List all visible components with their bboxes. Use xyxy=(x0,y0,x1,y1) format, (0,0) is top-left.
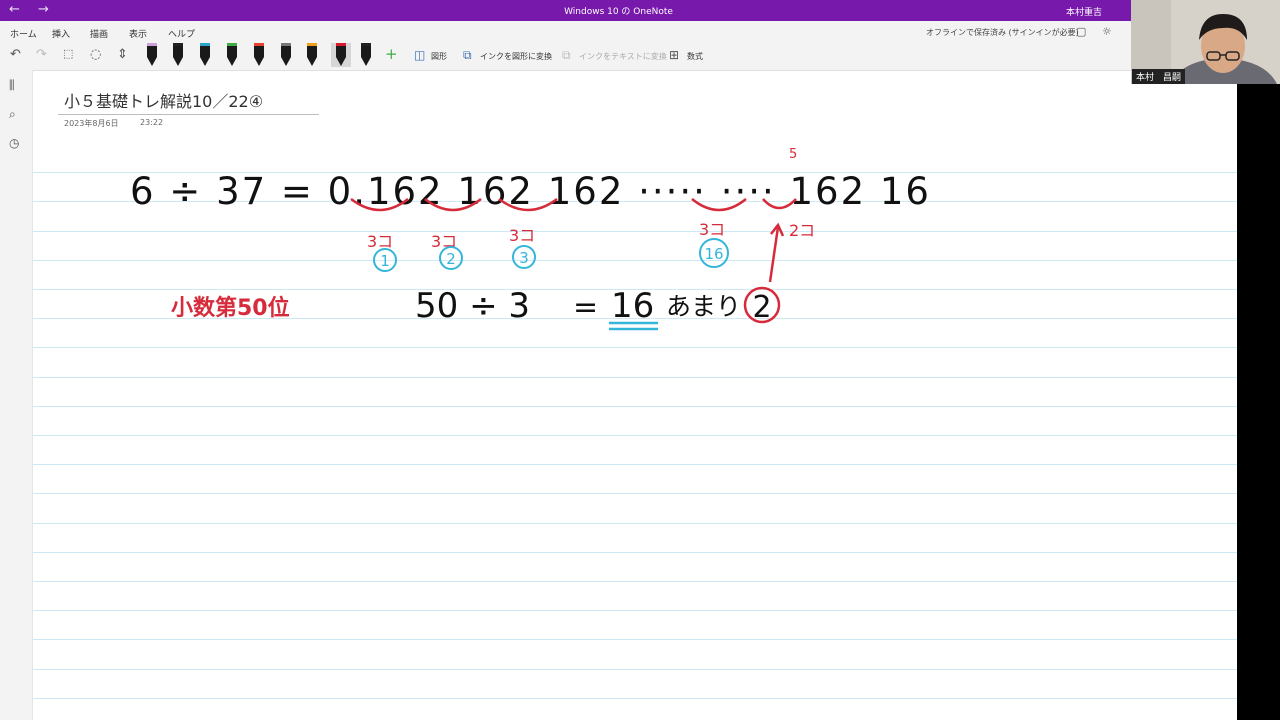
ink-canvas[interactable]: 6 ÷ 37 = 0.162 162 162 ····· ···· 162 16… xyxy=(33,71,1237,720)
ink-to-shape-button[interactable]: インクを図形に変換 xyxy=(480,51,552,62)
search-icon[interactable]: ⌕ xyxy=(9,107,16,122)
eraser-icon[interactable]: ◌ xyxy=(90,47,101,62)
ribbon-tabs: ホーム 挿入 描画 表示 ヘルプ オフラインで保存済み (サインインが必要) ▢… xyxy=(0,21,1280,43)
title-bar: ← → Windows 10 の OneNote 本村重吉 xyxy=(0,0,1280,21)
ink-to-text-icon[interactable]: ⧉ xyxy=(562,48,571,63)
highlighter-tool[interactable] xyxy=(252,43,266,67)
user-name[interactable]: 本村重吉 xyxy=(1066,5,1102,18)
tab-view[interactable]: 表示 xyxy=(129,27,147,40)
add-pen-icon[interactable]: + xyxy=(385,45,398,63)
webcam-name-label: 本村 昌嗣 xyxy=(1132,69,1186,84)
group-number: 3 xyxy=(519,249,529,267)
notebook-icons: ▢ ☼ xyxy=(1076,25,1112,38)
group-count-label: 3コ xyxy=(699,220,725,239)
shapes-icon[interactable]: ◫ xyxy=(414,48,425,62)
add-space-icon[interactable]: ⇕ xyxy=(117,47,128,62)
ink-to-text-button[interactable]: インクをテキストに変換 xyxy=(579,51,667,62)
side-black-bar xyxy=(1237,84,1280,720)
navigation-rail: ⫼ ⌕ ◷ xyxy=(0,70,33,720)
pen-tool[interactable] xyxy=(198,43,212,67)
pen-tool[interactable] xyxy=(305,43,319,67)
window-title: Windows 10 の OneNote xyxy=(564,7,673,17)
group-count-label: 3コ xyxy=(367,232,393,251)
division-expression: 50 ÷ 3 xyxy=(415,286,530,326)
note-page[interactable]: 小５基礎トレ解説10／22④ 2023年8月6日 23:22 6 ÷ 37 = … xyxy=(33,71,1237,720)
tab-help[interactable]: ヘルプ xyxy=(168,27,195,40)
redo-icon[interactable]: ↷ xyxy=(36,47,47,62)
decimal-place-label: 小数第50位 xyxy=(171,295,290,321)
lasso-select-icon[interactable]: ⬚ xyxy=(63,47,73,60)
math-button[interactable]: 数式 xyxy=(687,51,703,62)
notebooks-icon[interactable]: ⫼ xyxy=(9,78,15,93)
ink-equation: 6 ÷ 37 = 0.162 162 162 ····· ···· 162 16 xyxy=(130,170,931,213)
ink-to-shape-icon[interactable]: ⧉ xyxy=(463,48,472,63)
pen-tool-selected[interactable] xyxy=(331,43,351,67)
group-count-label: 3コ xyxy=(509,226,535,245)
arrow-note: 2コ xyxy=(789,221,815,240)
pen-tool[interactable] xyxy=(225,43,239,67)
sync-status[interactable]: オフラインで保存済み (サインインが必要) xyxy=(926,27,1079,38)
tab-home[interactable]: ホーム xyxy=(10,27,37,40)
group-number: 1 xyxy=(380,252,390,270)
pen-tool[interactable] xyxy=(171,43,185,67)
notebooks-icon[interactable]: ▢ xyxy=(1076,25,1086,38)
group-number: 2 xyxy=(446,250,456,268)
quotient: 16 xyxy=(611,286,654,326)
pencil-tool[interactable] xyxy=(279,43,293,67)
ink-digit-above: 5 xyxy=(789,147,797,162)
recent-icon[interactable]: ◷ xyxy=(9,136,19,150)
math-icon[interactable]: ⊞ xyxy=(669,48,679,62)
undo-icon[interactable]: ↶ xyxy=(10,47,21,62)
equals-sign: = xyxy=(573,290,598,325)
group-number: 16 xyxy=(704,245,723,263)
remainder-word: あまり xyxy=(666,292,741,321)
pen-tool[interactable] xyxy=(359,43,373,67)
remainder-value: 2 xyxy=(752,290,771,325)
shapes-button[interactable]: 図形 xyxy=(431,51,447,62)
arrow-line xyxy=(768,226,780,283)
lightbulb-icon[interactable]: ☼ xyxy=(1102,25,1112,38)
tab-insert[interactable]: 挿入 xyxy=(52,27,70,40)
draw-toolbar: ↶ ↷ ⬚ ◌ ⇕ + ◫ 図形 ⧉ インクを図形に変換 ⧉ インクをテキストに… xyxy=(0,41,1280,71)
pen-tool[interactable] xyxy=(145,43,159,67)
